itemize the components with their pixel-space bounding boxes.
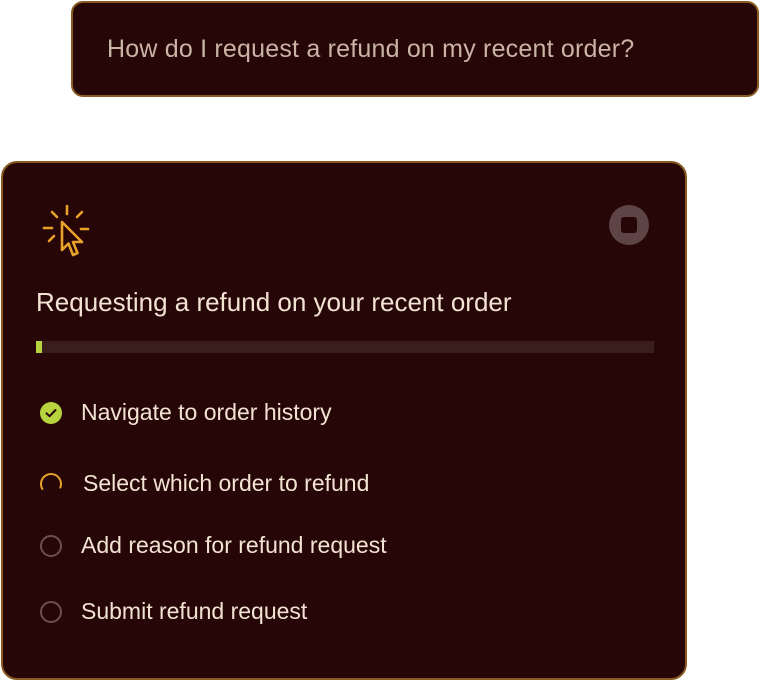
check-circle-icon <box>40 401 62 424</box>
task-card: Requesting a refund on your recent order… <box>1 161 687 680</box>
task-title: Requesting a refund on your recent order <box>36 287 512 317</box>
progress-fill <box>36 341 43 353</box>
step-label: Submit refund request <box>81 598 308 624</box>
empty-circle-icon <box>40 534 62 557</box>
loading-spinner-icon <box>40 472 62 495</box>
step-submit-request: Submit refund request <box>39 598 307 625</box>
progress-bar <box>36 341 654 353</box>
step-navigate-order-history: Navigate to order history <box>39 399 332 426</box>
step-add-reason: Add reason for refund request <box>39 532 387 559</box>
step-label: Select which order to refund <box>83 470 370 496</box>
stop-icon <box>621 217 637 233</box>
cursor-click-icon <box>42 204 90 257</box>
stop-button[interactable] <box>609 205 649 245</box>
step-label: Add reason for refund request <box>81 532 387 558</box>
user-message-bubble: How do I request a refund on my recent o… <box>71 1 759 97</box>
step-label: Navigate to order history <box>81 399 332 425</box>
step-select-order: Select which order to refund <box>39 470 369 497</box>
user-message-text: How do I request a refund on my recent o… <box>107 34 635 63</box>
empty-circle-icon <box>40 600 62 623</box>
